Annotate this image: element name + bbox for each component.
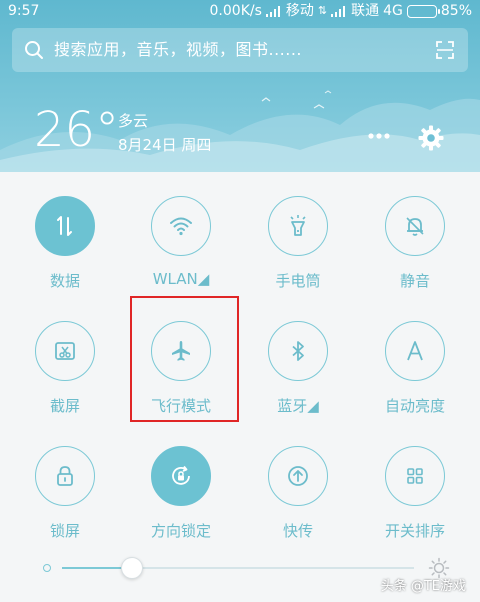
grid-sort-icon — [407, 468, 423, 484]
toggle-label: 数据 — [49, 272, 80, 290]
toggle-label: 锁屏 — [49, 522, 80, 540]
toggle-sort-switches-circle[interactable] — [385, 446, 445, 506]
toggle-mute[interactable]: 静音 — [365, 196, 465, 291]
brightness-track[interactable] — [62, 567, 414, 569]
search-icon — [25, 41, 43, 59]
network-speed: 0.00K/s — [209, 3, 262, 19]
toggle-screenshot-circle[interactable] — [35, 321, 95, 381]
toggle-bluetooth-circle[interactable] — [268, 321, 328, 381]
toggle-label: 静音 — [399, 272, 430, 290]
toggle-lock-screen[interactable]: 锁屏 — [15, 446, 115, 541]
watermark: 头条 @TE游戏 — [380, 579, 466, 594]
toggle-data-circle[interactable] — [35, 196, 95, 256]
toggle-label: 截屏 — [49, 397, 80, 415]
quick-transfer-icon — [288, 466, 308, 486]
status-bar: 9:57 0.00K/s 移动 ⇅ 联通 4G 85% — [0, 0, 480, 22]
toggle-lock-screen-circle[interactable] — [35, 446, 95, 506]
data-transfer-icon: ⇅ — [317, 4, 328, 17]
weather-date: 8月24日 周四 — [118, 136, 212, 154]
wifi-icon — [170, 217, 192, 236]
flashlight-icon — [290, 215, 306, 236]
rotation-lock-icon — [172, 465, 190, 485]
signal-icon — [331, 5, 347, 17]
signal-icon — [265, 5, 282, 17]
toggle-auto-brightness[interactable]: 自动亮度 — [365, 321, 465, 416]
carrier-1: 移动 — [285, 3, 314, 19]
toggle-rotation-lock-circle[interactable] — [151, 446, 211, 506]
toggle-data[interactable]: 数据 — [15, 196, 115, 291]
brightness-low-icon — [43, 564, 51, 572]
battery-icon — [406, 4, 440, 18]
highlight-box — [130, 296, 239, 422]
status-indicators: 0.00K/s 移动 ⇅ 联通 4G 85% — [210, 0, 472, 22]
bell-muted-icon — [406, 217, 424, 236]
toggle-label: 开关排序 — [384, 522, 445, 540]
screenshot-icon — [55, 342, 75, 360]
toggle-label: 自动亮度 — [384, 397, 445, 415]
weather-condition: 多云 — [118, 112, 149, 130]
toggle-mute-circle[interactable] — [385, 196, 445, 256]
lock-icon — [57, 466, 73, 486]
toggle-quick-transfer-circle[interactable] — [268, 446, 328, 506]
auto-brightness-icon — [407, 341, 423, 361]
temperature: 26° — [34, 102, 120, 158]
toggle-flashlight[interactable]: 手电筒 — [248, 196, 348, 291]
battery-percent: 85% — [440, 3, 472, 19]
toggle-bluetooth[interactable]: 蓝牙◢ — [248, 321, 348, 416]
toggle-wlan[interactable]: WLAN◢ — [131, 196, 231, 288]
toggle-flashlight-circle[interactable] — [268, 196, 328, 256]
search-bar[interactable]: 搜索应用，音乐，视频，图书...... — [12, 28, 468, 72]
toggle-rotation-lock[interactable]: 方向锁定 — [131, 446, 231, 541]
toggle-label: 蓝牙◢ — [277, 397, 319, 415]
more-icon[interactable] — [368, 132, 390, 140]
search-placeholder: 搜索应用，音乐，视频，图书...... — [54, 40, 303, 59]
toggle-sort-switches[interactable]: 开关排序 — [365, 446, 465, 541]
toggle-screenshot[interactable]: 截屏 — [15, 321, 115, 416]
toggle-auto-brightness-circle[interactable] — [385, 321, 445, 381]
toggle-quick-transfer[interactable]: 快传 — [248, 446, 348, 541]
carrier-2: 联通 — [351, 3, 380, 19]
toggle-label: 快传 — [282, 522, 313, 540]
brightness-thumb[interactable] — [121, 557, 144, 579]
scan-icon[interactable] — [436, 41, 454, 59]
toggle-label: 方向锁定 — [150, 522, 211, 540]
network-type: 4G — [383, 3, 403, 19]
data-arrows-icon — [57, 216, 72, 236]
bluetooth-icon — [292, 341, 304, 361]
header: 9:57 0.00K/s 移动 ⇅ 联通 4G 85% 搜索应用，音乐，视频，图… — [0, 0, 480, 172]
toggle-wlan-circle[interactable] — [151, 196, 211, 256]
toggle-label: 手电筒 — [275, 272, 321, 290]
gear-icon[interactable] — [417, 124, 445, 152]
toggle-label: WLAN◢ — [152, 270, 210, 288]
status-time: 9:57 — [8, 3, 40, 19]
